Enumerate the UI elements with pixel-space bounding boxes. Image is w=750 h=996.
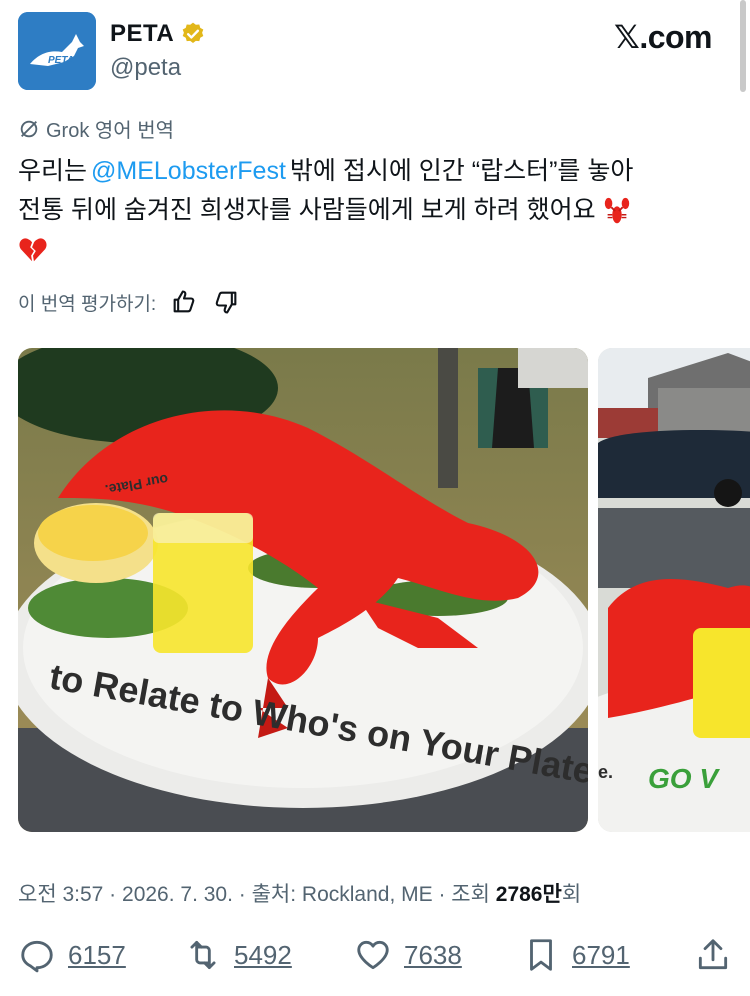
tweet-line-2: 전통 뒤에 숨겨진 희생자를 사람들에게 보게 하려 했어요 xyxy=(18,191,732,230)
timestamp-source: 오전 3:57 · 2026. 7. 30. · 출처: Rockland, M… xyxy=(18,883,496,906)
bookmark-button[interactable]: 6791 xyxy=(522,936,630,974)
plate-slogan-side: GO V xyxy=(648,763,720,794)
tweet-header: PETA PETA @peta 𝕏.com xyxy=(18,12,732,92)
account-name[interactable]: PETA xyxy=(110,20,174,48)
avatar-logo-text: PETA xyxy=(48,55,74,66)
scrollbar[interactable] xyxy=(740,0,746,92)
tweet-line-3 xyxy=(18,230,732,269)
translation-label: Grok 영어 번역 xyxy=(18,114,174,143)
repost-count: 5492 xyxy=(234,939,292,970)
share-icon[interactable] xyxy=(694,936,732,974)
reply-count: 6157 xyxy=(68,939,126,970)
tweet-text: 우리는 @MELobsterFest 밖에 접시에 인간 “랍스터”를 놓아 전… xyxy=(18,152,732,269)
translation-text: Grok 영어 번역 xyxy=(46,120,175,142)
like-icon xyxy=(357,940,389,970)
views-count: 2786만 xyxy=(495,883,562,906)
x-brand-logo: 𝕏.com xyxy=(614,19,712,55)
lobster-emoji-icon xyxy=(604,197,629,223)
avatar[interactable]: PETA xyxy=(18,12,96,90)
broken-heart-emoji-icon xyxy=(19,237,47,261)
verified-badge-icon xyxy=(182,22,204,43)
name-row: PETA xyxy=(110,20,206,48)
bookmark-icon xyxy=(530,939,552,971)
thumbs-up-icon[interactable] xyxy=(170,288,198,316)
like-button[interactable]: 7638 xyxy=(354,936,462,974)
account-handle[interactable]: @peta xyxy=(110,54,181,82)
tweet-image-2[interactable]: GO V e. xyxy=(598,348,750,832)
tweet-line-1: 우리는 @MELobsterFest 밖에 접시에 인간 “랍스터”를 놓아 xyxy=(18,152,732,191)
reply-icon xyxy=(21,940,53,973)
tweet-image-1[interactable]: to Relate to Who's on Your Plate. our Pl… xyxy=(18,348,588,832)
tweet-meta: 오전 3:57 · 2026. 7. 30. · 출처: Rockland, M… xyxy=(18,878,581,908)
plate-slogan-side-2: e. xyxy=(598,762,613,782)
bookmark-count: 6791 xyxy=(572,939,630,970)
rate-translation: 이 번역 평가하기: xyxy=(18,288,240,316)
repost-icon xyxy=(190,940,216,970)
action-bar: 6157 5492 7638 6791 xyxy=(18,936,732,986)
mention-link[interactable]: @MELobsterFest xyxy=(91,152,286,191)
thumbs-down-icon[interactable] xyxy=(212,288,240,316)
like-count: 7638 xyxy=(404,939,462,970)
grok-icon xyxy=(20,120,38,137)
reply-button[interactable]: 6157 xyxy=(18,936,126,974)
repost-button[interactable]: 5492 xyxy=(184,936,292,974)
views-unit: 회 xyxy=(561,883,582,906)
rate-label: 이 번역 평가하기: xyxy=(18,293,157,315)
